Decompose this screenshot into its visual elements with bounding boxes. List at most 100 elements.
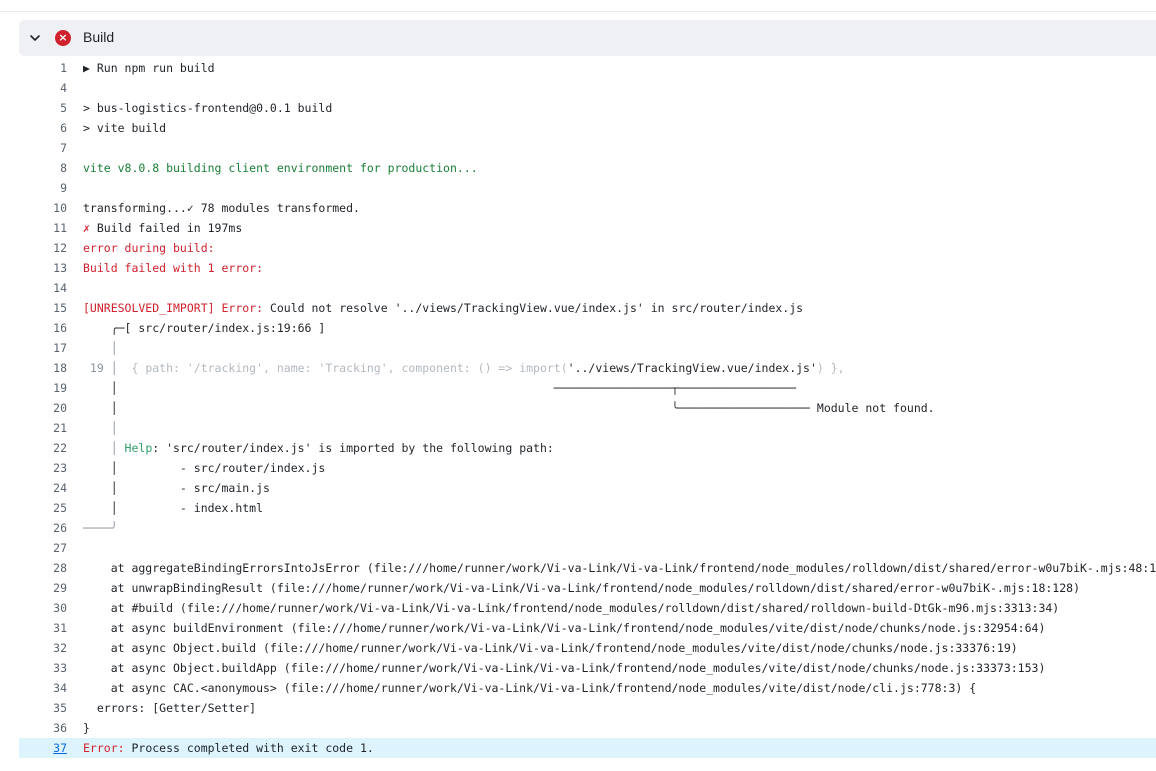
log-text: at async Object.buildApp (file:///home/r… — [83, 661, 1046, 675]
log-line-1[interactable]: 1 ▶ Run npm run build — [19, 58, 1156, 78]
x-circle-icon: × — [55, 30, 71, 46]
line-number[interactable]: 36 — [19, 718, 67, 738]
log-text: at unwrapBindingResult (file:///home/run… — [83, 581, 1080, 595]
line-number[interactable]: 13 — [19, 258, 67, 278]
log-line-37: 37 Error: Process completed with exit cod… — [19, 738, 1156, 758]
source-code-pre: { path: '/tracking', name: 'Tracking', c… — [124, 361, 568, 375]
log-text: vite v8.0.8 building client environment … — [83, 161, 478, 175]
source-gutter: │ — [83, 441, 125, 455]
log-line-8: 8 vite v8.0.8 building client environment… — [19, 158, 1156, 178]
log-text: Build failed with 1 error: — [83, 261, 264, 275]
line-number[interactable]: 8 — [19, 158, 67, 178]
line-number[interactable]: 10 — [19, 198, 67, 218]
log-text: errors: [Getter/Setter] — [83, 701, 257, 715]
log-line-26: 26 ────╯ — [19, 518, 1156, 538]
line-number[interactable]: 37 — [19, 738, 67, 758]
log-line-30: 30 at #build (file:///home/runner/work/V… — [19, 598, 1156, 618]
log-line-6: 6 > vite build — [19, 118, 1156, 138]
log-line-13: 13 Build failed with 1 error: — [19, 258, 1156, 278]
log-text: > bus-logistics-frontend@0.0.1 build — [83, 101, 333, 115]
log-line-9: 9 — [19, 178, 1156, 198]
log-line-10: 10 transforming...✓ 78 modules transforme… — [19, 198, 1156, 218]
log-line-15: 15 [UNRESOLVED_IMPORT] Error: Could not r… — [19, 298, 1156, 318]
log-line-34: 34 at async CAC.<anonymous> (file:///hom… — [19, 678, 1156, 698]
log-line-16: 16 ╭─[ src/router/index.js:19:66 ] — [19, 318, 1156, 338]
log-text: at async CAC.<anonymous> (file:///home/r… — [83, 681, 977, 695]
line-number[interactable]: 34 — [19, 678, 67, 698]
line-number[interactable]: 27 — [19, 538, 67, 558]
line-number[interactable]: 35 — [19, 698, 67, 718]
error-label: Error: — [214, 301, 264, 315]
log-text: Process completed with exit code 1. — [124, 741, 374, 755]
line-number[interactable]: 31 — [19, 618, 67, 638]
line-number[interactable]: 5 — [19, 98, 67, 118]
line-number[interactable]: 32 — [19, 638, 67, 658]
line-number[interactable]: 11 — [19, 218, 67, 238]
line-number[interactable]: 29 — [19, 578, 67, 598]
log-line-24: 24 │ - src/main.js — [19, 478, 1156, 498]
line-number[interactable]: 7 — [19, 138, 67, 158]
line-number[interactable]: 15 — [19, 298, 67, 318]
line-number[interactable]: 26 — [19, 518, 67, 538]
log-line-23: 23 │ - src/router/index.js — [19, 458, 1156, 478]
log-line-27: 27 — [19, 538, 1156, 558]
log-text: │ ─────────────────┬───────────────── — [83, 381, 797, 395]
line-number[interactable]: 20 — [19, 398, 67, 418]
log-text: at async buildEnvironment (file:///home/… — [83, 621, 1046, 635]
line-number[interactable]: 19 — [19, 378, 67, 398]
log-line-7: 7 — [19, 138, 1156, 158]
log-line-14: 14 — [19, 278, 1156, 298]
line-number[interactable]: 25 — [19, 498, 67, 518]
log-line-22: 22 │ Help: 'src/router/index.js' is impo… — [19, 438, 1156, 458]
log-line-32: 32 at async Object.build (file:///home/r… — [19, 638, 1156, 658]
log-line-29: 29 at unwrapBindingResult (file:///home/… — [19, 578, 1156, 598]
step-title: Build — [83, 29, 115, 45]
line-number[interactable]: 33 — [19, 658, 67, 678]
log-text: │ ╰─────────────────── Module not found. — [83, 401, 935, 415]
line-number[interactable]: 6 — [19, 118, 67, 138]
log-text: > vite build — [83, 121, 167, 135]
log-line-31: 31 at async buildEnvironment (file:///ho… — [19, 618, 1156, 638]
log-line-5: 5 > bus-logistics-frontend@0.0.1 build — [19, 98, 1156, 118]
line-number[interactable]: 9 — [19, 178, 67, 198]
log-text: │ - index.html — [83, 501, 264, 515]
log-line-18: 18 19 │ { path: '/tracking', name: 'Trac… — [19, 358, 1156, 378]
error-label: Error: — [83, 741, 125, 755]
line-number[interactable]: 12 — [19, 238, 67, 258]
log-line-25: 25 │ - index.html — [19, 498, 1156, 518]
line-number[interactable]: 4 — [19, 78, 67, 98]
help-label: Help — [124, 441, 153, 455]
log-text: at #build (file:///home/runner/work/Vi-v… — [83, 601, 1060, 615]
log-line-33: 33 at async Object.buildApp (file:///hom… — [19, 658, 1156, 678]
log-text: error during build: — [83, 241, 215, 255]
log-text: ────╯ — [83, 521, 118, 535]
line-number[interactable]: 24 — [19, 478, 67, 498]
log-line-21: 21 │ — [19, 418, 1156, 438]
line-number[interactable]: 18 — [19, 358, 67, 378]
log-text: │ — [83, 421, 118, 435]
chevron-down-icon[interactable] — [29, 32, 41, 44]
log-text: transforming...✓ 78 modules transformed. — [83, 201, 360, 215]
line-number[interactable]: 21 — [19, 418, 67, 438]
log-line-36: 36} — [19, 718, 1156, 738]
line-number[interactable]: 14 — [19, 278, 67, 298]
line-number[interactable]: 16 — [19, 318, 67, 338]
log-text: } — [83, 721, 90, 735]
line-number[interactable]: 1 — [19, 58, 67, 78]
step-header-build[interactable]: × Build — [19, 20, 1156, 56]
log-text: │ - src/main.js — [83, 481, 270, 495]
source-code-highlight: '../views/TrackingView.vue/index.js' — [567, 361, 817, 375]
log-text: at aggregateBindingErrorsIntoJsError (fi… — [83, 561, 1156, 575]
line-number[interactable]: 30 — [19, 598, 67, 618]
line-number[interactable]: 28 — [19, 558, 67, 578]
log-text: : 'src/router/index.js' is imported by t… — [152, 441, 554, 455]
log-line-12: 12 error during build: — [19, 238, 1156, 258]
source-gutter: 19 │ — [83, 361, 125, 375]
line-number[interactable]: 22 — [19, 438, 67, 458]
line-number[interactable]: 17 — [19, 338, 67, 358]
log-text: Could not resolve '../views/TrackingView… — [263, 301, 804, 315]
log-line-17: 17 │ — [19, 338, 1156, 358]
log-text: │ — [83, 341, 118, 355]
line-number[interactable]: 23 — [19, 458, 67, 478]
top-divider — [0, 11, 1156, 12]
